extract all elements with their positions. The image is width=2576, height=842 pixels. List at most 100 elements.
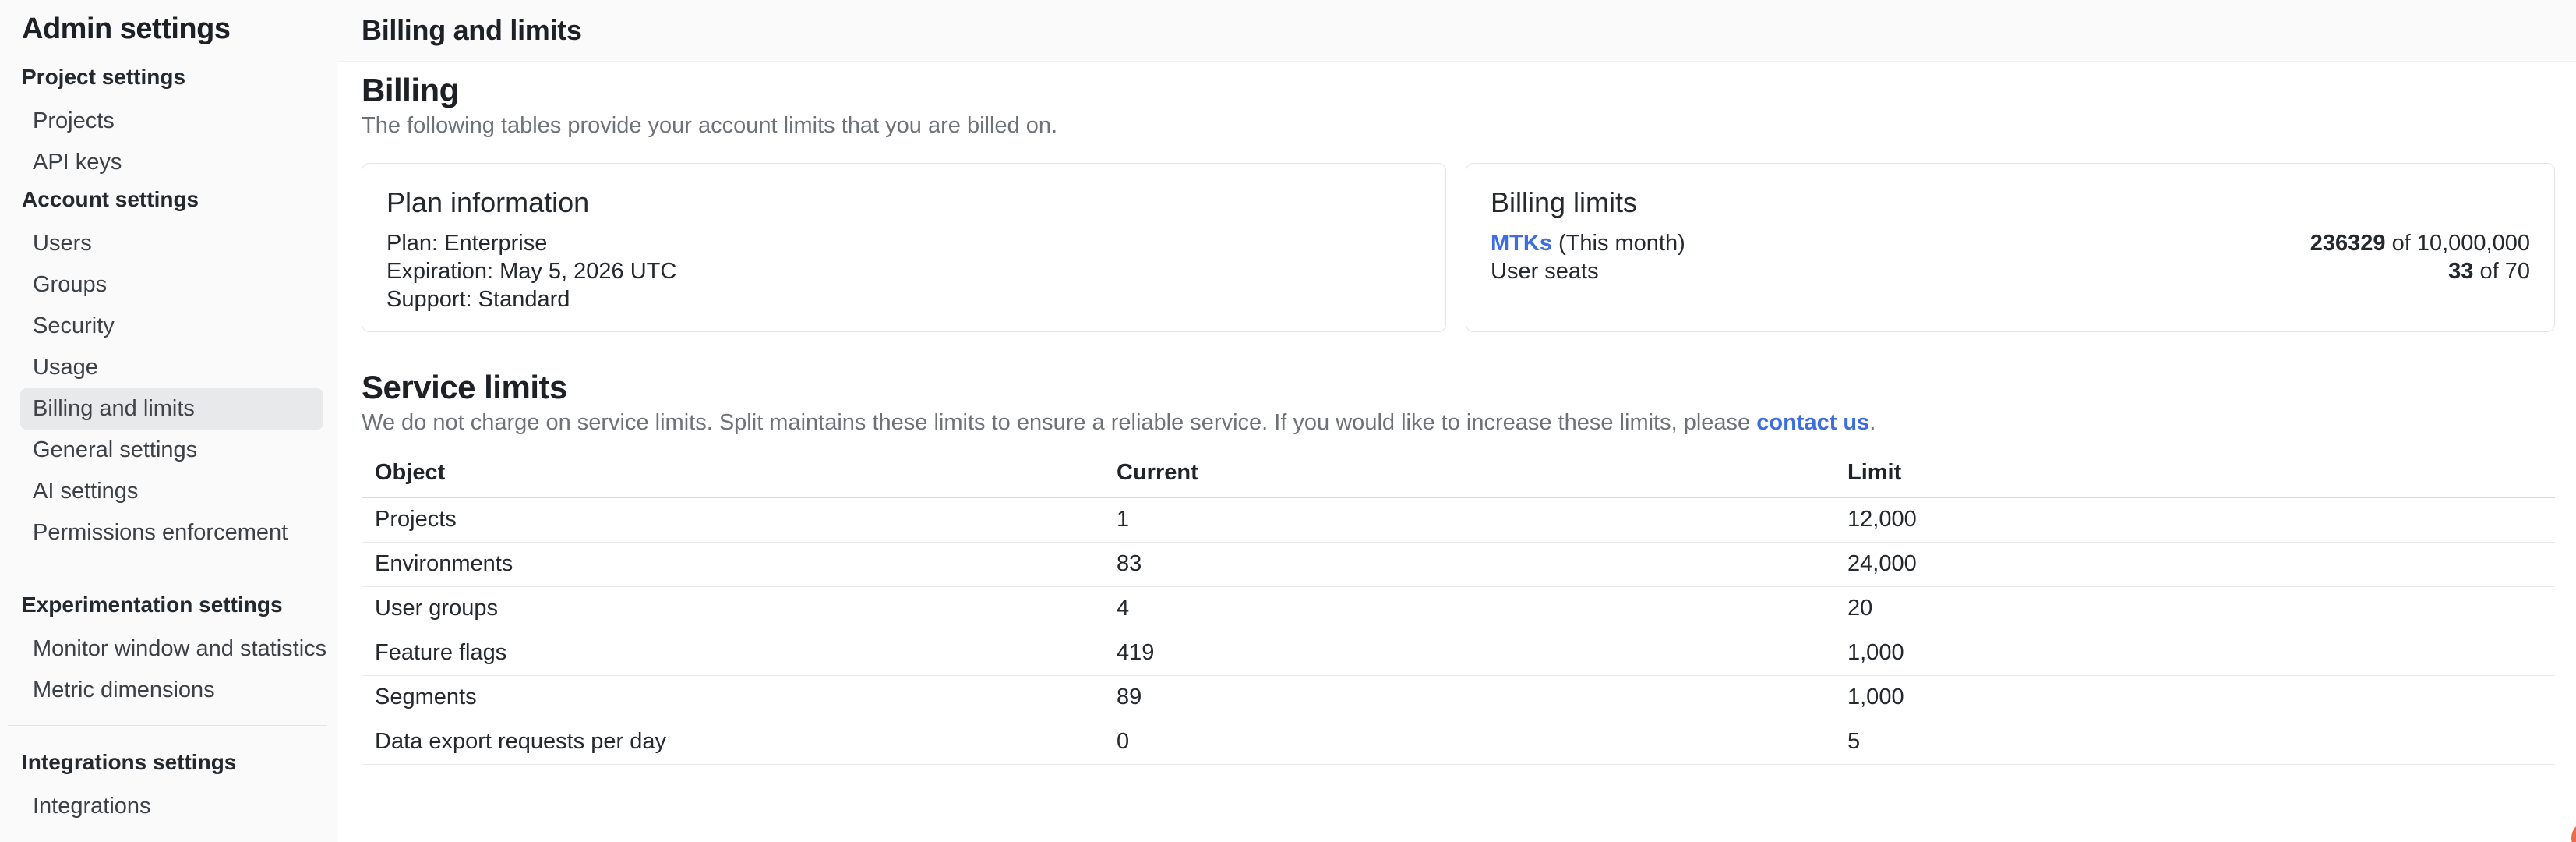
subtitle-text-before: We do not charge on service limits. Spli… <box>362 410 1756 435</box>
sidebar-item-label: Billing and limits <box>33 396 195 422</box>
content-area: Billing The following tables provide you… <box>337 62 2576 765</box>
section-label-project-settings: Project settings <box>22 64 337 90</box>
billing-limits-card: Billing limits MTKs (This month) 236329 … <box>1466 163 2555 332</box>
sidebar-item-label: Users <box>33 231 92 256</box>
column-header-limit: Limit <box>1847 449 2555 497</box>
table-row: Feature flags 419 1,000 <box>362 631 2555 675</box>
mtks-value: 236329 of 10,000,000 <box>2310 229 2530 257</box>
user-seats-label-text: User seats <box>1491 259 1599 284</box>
sidebar-item-api-keys[interactable]: API keys <box>20 142 323 183</box>
app-window: Admin settings Project settings Projects… <box>0 0 2576 842</box>
object-cell: Data export requests per day <box>362 720 1117 764</box>
expiration-line: Expiration: May 5, 2026 UTC <box>386 257 1421 285</box>
limit-cell: 24,000 <box>1847 542 2555 586</box>
user-seats-used: 33 <box>2448 259 2473 284</box>
column-header-current: Current <box>1117 449 1847 497</box>
sidebar-item-label: Groups <box>33 272 107 298</box>
page-header: Billing and limits <box>337 0 2576 62</box>
table-row: Data export requests per day 0 5 <box>362 720 2555 764</box>
current-cell: 419 <box>1117 631 1847 675</box>
sidebar-item-general-settings[interactable]: General settings <box>20 430 323 471</box>
mtks-row: MTKs (This month) 236329 of 10,000,000 <box>1491 229 2530 257</box>
column-header-object: Object <box>362 449 1117 497</box>
table-row: User groups 4 20 <box>362 586 2555 631</box>
sidebar-item-users[interactable]: Users <box>20 223 323 264</box>
sidebar-item-permissions-enforcement[interactable]: Permissions enforcement <box>20 512 323 554</box>
limit-cell: 20 <box>1847 586 2555 631</box>
sidebar-item-metric-dimensions[interactable]: Metric dimensions <box>20 670 323 711</box>
object-cell: Segments <box>362 675 1117 720</box>
sidebar-divider <box>8 725 327 726</box>
contact-us-link[interactable]: contact us <box>1756 410 1869 435</box>
current-cell: 0 <box>1117 720 1847 764</box>
sidebar-item-ai-settings[interactable]: AI settings <box>20 471 323 512</box>
section-label-account-settings: Account settings <box>22 186 337 213</box>
sidebar-item-usage[interactable]: Usage <box>20 347 323 388</box>
billing-subtitle: The following tables provide your accoun… <box>362 111 2555 140</box>
nav-group-experimentation-settings: Monitor window and statistics Metric dim… <box>0 628 337 711</box>
page-title: Billing and limits <box>362 14 582 47</box>
object-cell: Environments <box>362 542 1117 586</box>
sidebar-item-label: Usage <box>33 355 98 380</box>
sidebar-item-label: Permissions enforcement <box>33 520 288 546</box>
table-body: Projects 1 12,000 Environments 83 24,000… <box>362 497 2555 764</box>
service-limits-heading: Service limits <box>362 368 2555 407</box>
plan-information-card: Plan information Plan: Enterprise Expira… <box>362 163 1446 332</box>
limit-cell: 1,000 <box>1847 631 2555 675</box>
sidebar-item-monitor-window-and-statistics[interactable]: Monitor window and statistics <box>20 628 323 670</box>
user-seats-label: User seats <box>1491 257 1599 285</box>
current-cell: 1 <box>1117 497 1847 542</box>
sidebar-title: Admin settings <box>22 11 337 47</box>
billing-cards-row: Plan information Plan: Enterprise Expira… <box>362 163 2555 332</box>
mtks-link[interactable]: MTKs <box>1491 231 1552 256</box>
section-label-experimentation-settings: Experimentation settings <box>22 592 337 618</box>
sidebar-item-security[interactable]: Security <box>20 306 323 347</box>
sidebar-item-billing-and-limits[interactable]: Billing and limits <box>20 388 323 430</box>
limit-cell: 12,000 <box>1847 497 2555 542</box>
object-cell: Projects <box>362 497 1117 542</box>
billing-limits-card-body: MTKs (This month) 236329 of 10,000,000 U… <box>1491 229 2530 285</box>
billing-limits-card-title: Billing limits <box>1491 186 2530 220</box>
service-limits-table: Object Current Limit Projects 1 12,000 E… <box>362 449 2555 765</box>
object-cell: Feature flags <box>362 631 1117 675</box>
sidebar-item-label: Integrations <box>33 794 151 819</box>
table-header-row: Object Current Limit <box>362 449 2555 497</box>
nav-group-project-settings: Projects API keys <box>0 101 337 183</box>
table-row: Environments 83 24,000 <box>362 542 2555 586</box>
user-seats-of-limit: of 70 <box>2473 259 2530 284</box>
table-head: Object Current Limit <box>362 449 2555 497</box>
plan-line: Plan: Enterprise <box>386 229 1421 257</box>
sidebar-item-label: API keys <box>33 150 122 175</box>
main-content: Billing and limits Billing The following… <box>337 0 2576 842</box>
service-limits-subtitle: We do not charge on service limits. Spli… <box>362 409 2555 437</box>
current-cell: 4 <box>1117 586 1847 631</box>
sidebar-item-label: Metric dimensions <box>33 677 215 703</box>
sidebar: Admin settings Project settings Projects… <box>0 0 337 842</box>
billing-heading: Billing <box>362 71 2555 110</box>
mtks-of-limit: of 10,000,000 <box>2386 231 2530 256</box>
nav-group-integrations-settings: Integrations <box>0 786 337 827</box>
user-seats-value: 33 of 70 <box>2448 257 2530 285</box>
limit-cell: 1,000 <box>1847 675 2555 720</box>
table-row: Projects 1 12,000 <box>362 497 2555 542</box>
nav-group-account-settings: Users Groups Security Usage Billing and … <box>0 223 337 554</box>
object-cell: User groups <box>362 586 1117 631</box>
sidebar-item-label: AI settings <box>33 479 138 504</box>
limit-cell: 5 <box>1847 720 2555 764</box>
subtitle-text-after: . <box>1869 410 1876 435</box>
table-row: Segments 89 1,000 <box>362 675 2555 720</box>
user-seats-row: User seats 33 of 70 <box>1491 257 2530 285</box>
sidebar-item-groups[interactable]: Groups <box>20 264 323 306</box>
sidebar-item-integrations[interactable]: Integrations <box>20 786 323 827</box>
sidebar-item-label: General settings <box>33 437 197 463</box>
plan-card-title: Plan information <box>386 186 1421 220</box>
sidebar-item-label: Monitor window and statistics <box>33 636 326 662</box>
current-cell: 83 <box>1117 542 1847 586</box>
support-line: Support: Standard <box>386 285 1421 313</box>
sidebar-item-label: Projects <box>33 108 115 134</box>
sidebar-item-projects[interactable]: Projects <box>20 101 323 142</box>
sidebar-item-label: Security <box>33 313 115 339</box>
mtks-label: MTKs (This month) <box>1491 229 1685 257</box>
current-cell: 89 <box>1117 675 1847 720</box>
mtks-label-suffix: (This month) <box>1552 231 1685 256</box>
